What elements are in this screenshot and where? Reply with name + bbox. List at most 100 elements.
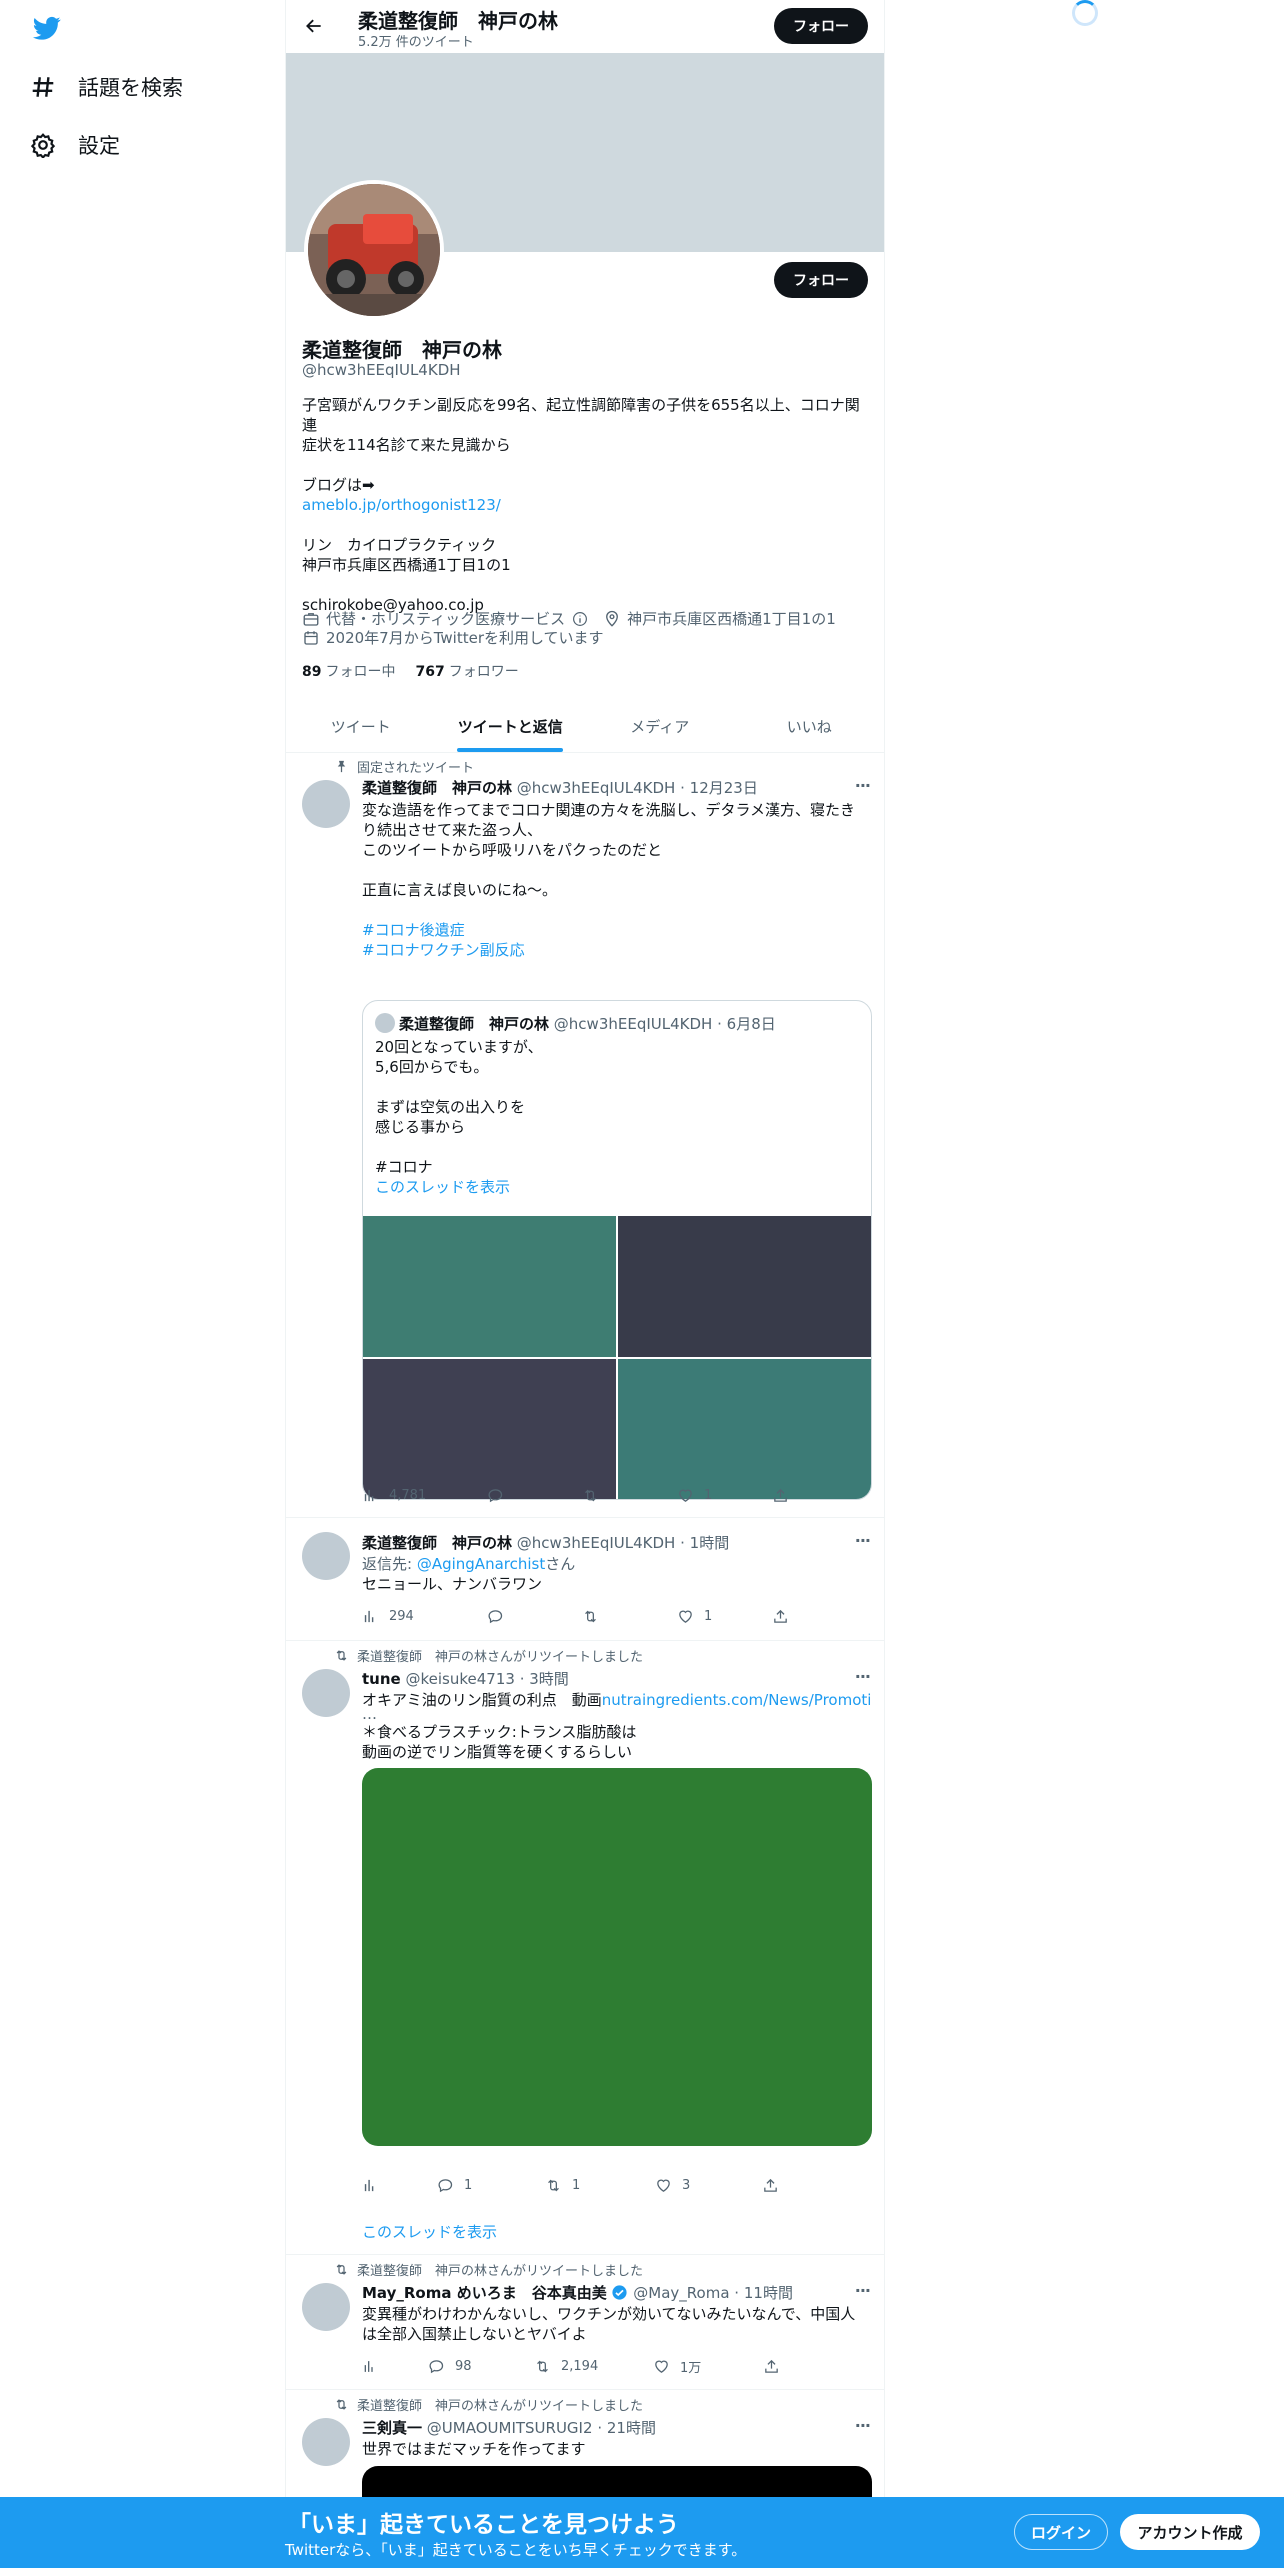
tab-tweets[interactable]: ツイート (286, 700, 436, 752)
heart-icon (679, 1489, 692, 1502)
bio-blog-link[interactable]: ameblo.jp/orthogonist123/ (302, 495, 872, 515)
tweet-author-name[interactable]: tune (362, 1670, 401, 1688)
profile-column: 柔道整復師 神戸の林 5.2万 件のツイート フォロー フォロー 柔道整復師 神… (285, 0, 885, 2568)
retweeted-by-label[interactable]: 柔道整復師 神戸の林さんがリツイートしました (357, 2260, 643, 2279)
reply-to-link[interactable]: @AgingAnarchist (417, 1555, 545, 1573)
back-button[interactable] (300, 12, 328, 40)
views-button[interactable] (362, 2177, 437, 2194)
retweet-button[interactable]: 2,194 (534, 2358, 653, 2375)
tweet[interactable]: 柔道整復師 神戸の林さんがリツイートしました May_Roma めいろま 谷本真… (286, 2255, 884, 2390)
tweet-time[interactable]: 11時間 (744, 2284, 793, 2302)
tweet-time[interactable]: 3時間 (529, 1670, 569, 1688)
tweet-author-name[interactable]: 柔道整復師 神戸の林 (362, 779, 512, 797)
retweet-button[interactable] (582, 1487, 677, 1504)
tweet-author-name[interactable]: 三剣真一 (362, 2419, 422, 2437)
views-button[interactable] (362, 2358, 428, 2375)
retweet-button[interactable]: 1 (545, 2177, 655, 2194)
media-image[interactable] (363, 1359, 616, 1499)
retweeted-by-label[interactable]: 柔道整復師 神戸の林さんがリツイートしました (357, 2395, 643, 2414)
twitter-bird-icon[interactable] (31, 14, 63, 42)
arrow-left-icon (306, 19, 321, 33)
share-button[interactable] (762, 2177, 779, 2194)
reply-button[interactable] (487, 1608, 582, 1625)
profile-category: 代替・ホリスティック医療サービス (326, 610, 566, 628)
bio-line: リン カイロプラクティック (302, 536, 497, 554)
like-button[interactable]: 3 (655, 2177, 762, 2194)
show-thread-link[interactable]: このスレッドを表示 (362, 2221, 497, 2242)
more-options-icon[interactable]: ··· (855, 1531, 871, 1550)
more-options-icon[interactable]: ··· (855, 776, 871, 795)
reply-button[interactable]: 98 (428, 2358, 534, 2375)
tweet[interactable]: 柔道整復師 神戸の林 @hcw3hEEqIUL4KDH · 1時間 ··· 返信… (286, 1518, 884, 1641)
bio-line: 子宮頸がんワクチン副反応を99名、起立性調節障害の子供を655名以上、コロナ関連 (302, 396, 860, 434)
following-link[interactable]: 89 フォロー中 (302, 661, 395, 681)
quoted-author-handle: @hcw3hEEqIUL4KDH (553, 1015, 713, 1033)
tweet-line: オキアミ油のリン脂質の利点 動画nutraingredients.com/New… (362, 1690, 872, 1710)
heart-icon (657, 2179, 670, 2192)
bio-line: 神戸市兵庫区西橋通1丁目1の1 (302, 556, 511, 574)
avatar[interactable] (302, 2283, 350, 2331)
signup-button[interactable]: アカウント作成 (1120, 2514, 1260, 2550)
tweet-author-name[interactable]: 柔道整復師 神戸の林 (362, 1534, 512, 1552)
tweet-time[interactable]: 1時間 (690, 1534, 730, 1552)
like-button[interactable]: 1 (677, 1487, 772, 1504)
tweet[interactable]: 固定されたツイート 柔道整復師 神戸の林 @hcw3hEEqIUL4KDH · … (286, 754, 884, 1518)
tab-tweets-and-replies[interactable]: ツイートと返信 (436, 700, 586, 752)
tweet-media[interactable] (362, 1768, 872, 2146)
tweet-header: tune @keisuke4713 · 3時間 (362, 1668, 569, 1689)
retweet-button[interactable] (582, 1608, 677, 1625)
avatar[interactable] (302, 1669, 350, 1717)
hashtag-link[interactable]: #コロナワクチン副反応 (362, 940, 872, 960)
followers-link[interactable]: 767 フォロワー (415, 661, 518, 681)
header-follow-button[interactable]: フォロー (774, 8, 868, 44)
more-options-icon[interactable]: ··· (855, 2281, 871, 2300)
nav-explore[interactable]: 話題を検索 (30, 67, 183, 107)
nav-settings[interactable]: 設定 (30, 125, 120, 165)
quoted-tweet[interactable]: 柔道整復師 神戸の林 @hcw3hEEqIUL4KDH · 6月8日 20回とな… (362, 1000, 872, 1500)
quoted-line: まずは空気の出入りを (375, 1098, 526, 1116)
avatar[interactable] (302, 2418, 350, 2466)
show-thread-link[interactable]: このスレッドを表示 (375, 1177, 855, 1197)
avatar[interactable] (302, 780, 350, 828)
login-button[interactable]: ログイン (1014, 2514, 1108, 2550)
reply-icon (488, 1609, 503, 1623)
tweet-separator: · (597, 2419, 603, 2437)
share-button[interactable] (772, 1608, 789, 1625)
profile-avatar[interactable] (304, 180, 444, 320)
hashtag-link[interactable]: #コロナ後遺症 (362, 920, 872, 940)
quoted-avatar (375, 1013, 395, 1033)
heart-icon (679, 1610, 692, 1623)
share-button[interactable] (763, 2358, 780, 2375)
like-button[interactable]: 1万 (653, 2357, 763, 2376)
like-button[interactable]: 1 (677, 1608, 772, 1625)
tweet-time[interactable]: 21時間 (607, 2419, 656, 2437)
avatar[interactable] (302, 1532, 350, 1580)
views-icon (364, 2179, 374, 2191)
tweet[interactable]: 柔道整復師 神戸の林さんがリツイートしました tune @keisuke4713… (286, 1641, 884, 2255)
tab-likes[interactable]: いいね (735, 700, 885, 752)
tweet-line: このツイートから呼吸リハをパクったのだと (362, 841, 663, 859)
views-count: 294 (389, 1608, 414, 1624)
info-icon[interactable] (571, 610, 589, 628)
tweet-time[interactable]: 12月23日 (690, 779, 758, 797)
tab-media[interactable]: メディア (585, 700, 735, 752)
reply-button[interactable] (487, 1487, 582, 1504)
tweet-text: 変異種がわけわかんないし、ワクチンが効いてないみたいなんで、中国人 は全部入国禁… (362, 2304, 872, 2344)
more-options-icon[interactable]: ··· (855, 2416, 871, 2435)
profile-follow-button[interactable]: フォロー (774, 262, 868, 298)
reply-button[interactable]: 1 (437, 2177, 545, 2194)
quoted-author-name: 柔道整復師 神戸の林 (399, 1015, 550, 1033)
tweet-author-name[interactable]: May_Roma めいろま 谷本真由美 (362, 2284, 607, 2302)
loading-spinner (1072, 0, 1098, 26)
retweeted-by-label[interactable]: 柔道整復師 神戸の林さんがリツイートしました (357, 1646, 643, 1665)
media-image[interactable] (618, 1359, 871, 1499)
calendar-icon (304, 630, 318, 645)
media-image[interactable] (618, 1216, 871, 1357)
more-options-icon[interactable]: ··· (855, 1667, 871, 1686)
tweet-text: 世界ではまだマッチを作ってます (362, 2439, 872, 2459)
media-image[interactable] (363, 1216, 616, 1357)
tweet-url-link[interactable]: nutraingredients.com/News/Promotion (602, 1691, 872, 1709)
views-button[interactable]: 294 (362, 1608, 487, 1625)
share-button[interactable] (772, 1487, 789, 1504)
views-button[interactable]: 4,781 (362, 1487, 487, 1504)
